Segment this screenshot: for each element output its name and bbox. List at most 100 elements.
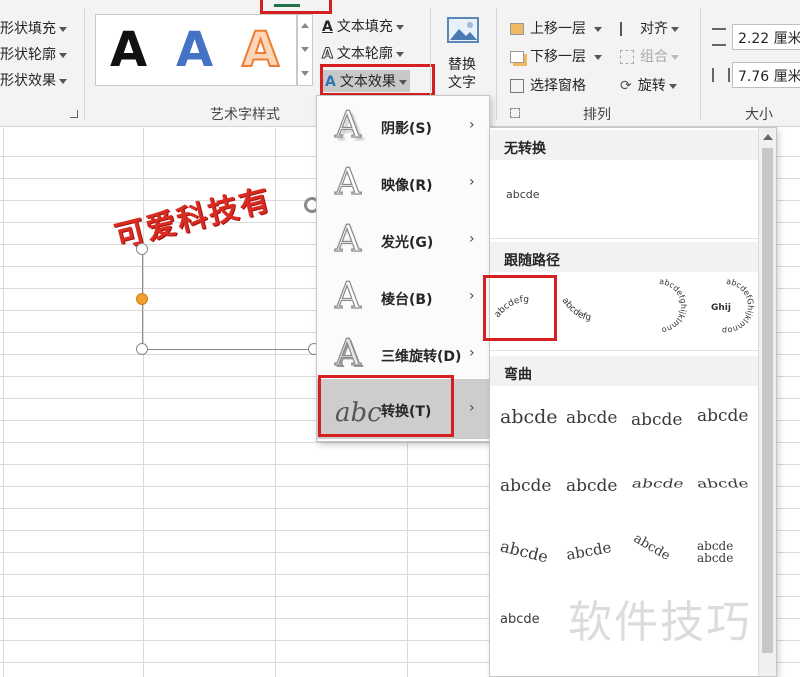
warp-button-bottom: abcde bbox=[697, 551, 734, 565]
selection-frame bbox=[142, 349, 317, 350]
warp-ring-outside-option[interactable]: abcde bbox=[696, 477, 750, 491]
warp-deflate-option[interactable]: abcde bbox=[566, 476, 617, 496]
width-field[interactable]: 7.76 厘米 bbox=[732, 62, 800, 88]
text-fill-button[interactable]: A 文本填充 bbox=[322, 16, 404, 36]
arrange-small-icon bbox=[510, 108, 520, 118]
bevel-A-icon: A bbox=[334, 276, 361, 317]
align-icon bbox=[620, 22, 634, 36]
submenu-arrow-icon: › bbox=[469, 231, 475, 247]
warp-inflate-option[interactable]: abcde bbox=[500, 476, 551, 496]
submenu-arrow-icon: › bbox=[469, 174, 475, 190]
menu-item-label: 阴影(S) bbox=[381, 121, 432, 137]
svg-text:abcdefg: abcdefg bbox=[560, 296, 592, 323]
follow-path-button-option[interactable]: abcdefGhijklmnop Ghij bbox=[694, 276, 758, 336]
format-tab-underline bbox=[274, 4, 300, 7]
bring-forward-icon bbox=[510, 23, 524, 35]
width-icon bbox=[712, 68, 730, 82]
warp-triangle-up-option[interactable]: abcde bbox=[566, 408, 617, 428]
wordart-style-orange-outline[interactable]: A bbox=[241, 17, 280, 83]
text-fill-label: 文本填充 bbox=[336, 19, 393, 35]
section-divider bbox=[490, 350, 758, 351]
warp-square-option[interactable]: abcde bbox=[500, 406, 558, 428]
menu-item-label: 映像(R) bbox=[381, 178, 433, 194]
no-transform-option[interactable]: abcde bbox=[506, 188, 540, 201]
menu-item-bevel[interactable]: A 棱台(B) › bbox=[317, 269, 489, 326]
group-divider bbox=[700, 8, 701, 120]
menu-item-glow[interactable]: A 发光(G) › bbox=[317, 212, 489, 269]
text-fill-icon: A bbox=[322, 19, 333, 35]
align-button[interactable]: 对齐 bbox=[620, 18, 679, 38]
follow-path-down-option[interactable]: abcdefg bbox=[558, 280, 624, 336]
section-header-warp: 弯曲 bbox=[490, 356, 758, 386]
shape-fill-button[interactable]: 形状填充 bbox=[0, 18, 67, 38]
shadow-A-icon: A bbox=[334, 105, 361, 146]
dialog-launcher-icon[interactable] bbox=[70, 110, 78, 118]
style-gallery-scroll[interactable] bbox=[297, 14, 313, 86]
gallery-scrollbar[interactable] bbox=[758, 128, 776, 676]
adjustment-handle[interactable] bbox=[136, 293, 148, 305]
send-backward-button[interactable]: 下移一层 bbox=[510, 46, 602, 66]
warp-chevron-option[interactable]: abcde bbox=[697, 406, 748, 426]
replace-text-label-2: 文字 bbox=[448, 75, 476, 91]
down-path-text: abcdefg bbox=[560, 296, 592, 323]
shape-fill-label: 形状填充 bbox=[0, 21, 56, 37]
rotate-button[interactable]: ⟳ 旋转 bbox=[620, 75, 677, 95]
resize-handle[interactable] bbox=[136, 243, 148, 255]
shape-effects-button[interactable]: 形状效果 bbox=[0, 70, 67, 90]
section-divider bbox=[490, 238, 758, 239]
text-outline-label: 文本轮廓 bbox=[336, 46, 393, 62]
highlight-box bbox=[260, 0, 332, 14]
align-label: 对齐 bbox=[640, 21, 668, 37]
wordart-style-black[interactable]: A bbox=[110, 17, 147, 83]
scroll-up-icon[interactable] bbox=[301, 23, 309, 28]
warp-triangle-down-option[interactable]: abcde bbox=[631, 410, 682, 430]
group-label: 组合 bbox=[640, 49, 668, 65]
wordart-style-blue[interactable]: A bbox=[176, 17, 213, 83]
circle-path-text: abcdefghijklmno bbox=[659, 277, 688, 335]
follow-path-highlight bbox=[483, 275, 557, 341]
menu-item-label: 发光(G) bbox=[381, 235, 434, 251]
selection-pane-icon bbox=[510, 79, 524, 93]
scrollbar-thumb[interactable] bbox=[762, 148, 773, 653]
submenu-arrow-icon: › bbox=[469, 117, 475, 133]
shape-outline-button[interactable]: 形状轮廓 bbox=[0, 44, 67, 64]
bring-forward-label: 上移一层 bbox=[530, 21, 586, 37]
rotate-icon: ⟳ bbox=[620, 78, 632, 94]
scroll-down-icon[interactable] bbox=[301, 47, 309, 52]
section-header-follow-path: 跟随路径 bbox=[490, 242, 758, 272]
warp-button-option[interactable]: abcde abcde bbox=[697, 540, 733, 564]
send-backward-icon bbox=[510, 51, 524, 63]
submenu-arrow-icon: › bbox=[469, 400, 475, 416]
image-icon bbox=[447, 17, 479, 43]
follow-path-circle-option[interactable]: abcdefghijklmno bbox=[626, 276, 692, 336]
menu-item-reflection[interactable]: A 映像(R) › bbox=[317, 155, 489, 212]
bring-forward-button[interactable]: 上移一层 bbox=[510, 18, 602, 38]
warp-ring-inside-option[interactable]: abcde bbox=[631, 477, 685, 491]
group-divider bbox=[496, 8, 497, 120]
gallery-expand-icon[interactable] bbox=[301, 71, 309, 76]
warp-circle-option[interactable]: abcde bbox=[631, 531, 673, 564]
down-path-preview: abcdefg bbox=[560, 296, 592, 323]
glow-A-icon: A bbox=[334, 219, 361, 260]
selection-pane-label: 选择窗格 bbox=[530, 78, 586, 94]
submenu-arrow-icon: › bbox=[469, 345, 475, 361]
menu-item-shadow[interactable]: A 阴影(S) › bbox=[317, 98, 489, 155]
shape-outline-label: 形状轮廓 bbox=[0, 47, 56, 63]
shape-effects-label: 形状效果 bbox=[0, 73, 56, 89]
text-outline-button[interactable]: A 文本轮廓 bbox=[322, 43, 404, 63]
warp-arch-down-option[interactable]: abcde bbox=[565, 538, 613, 564]
selection-pane-button[interactable]: 选择窗格 bbox=[510, 75, 586, 95]
svg-text:abcdefghijklmno: abcdefghijklmno bbox=[659, 277, 688, 335]
rotate-label: 旋转 bbox=[637, 78, 666, 94]
warp-arch-up-option[interactable]: abcde bbox=[498, 536, 550, 566]
resize-handle[interactable] bbox=[136, 343, 148, 355]
circle-path-preview: abcdefghijklmno bbox=[659, 277, 688, 335]
replace-text-button[interactable]: 替换 文字 bbox=[444, 14, 484, 94]
height-field[interactable]: 2.22 厘米 bbox=[732, 24, 800, 50]
wordart-style-gallery: A A A bbox=[95, 14, 297, 86]
group-label-size: 大小 bbox=[745, 107, 773, 123]
group-button[interactable]: 组合 bbox=[620, 46, 679, 66]
warp-wave-option[interactable]: abcde bbox=[500, 612, 540, 627]
group-divider bbox=[84, 8, 85, 120]
scroll-up-icon[interactable] bbox=[763, 134, 773, 140]
